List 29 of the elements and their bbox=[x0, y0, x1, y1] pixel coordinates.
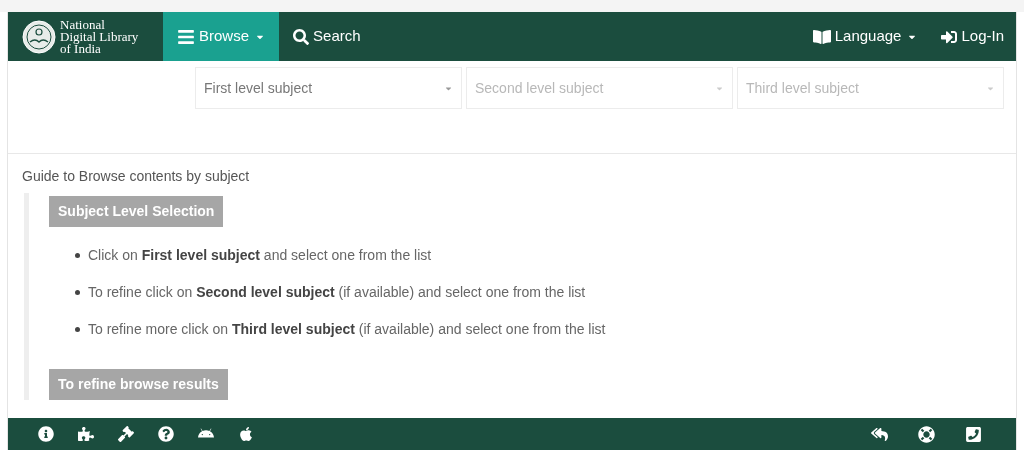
gavel-icon[interactable] bbox=[118, 426, 134, 442]
book-icon bbox=[812, 27, 831, 46]
lifebuoy-icon[interactable] bbox=[918, 425, 935, 443]
instruction-text: Click on First level subject and select one from the list bbox=[88, 246, 432, 265]
bullet-icon bbox=[75, 290, 80, 295]
apple-icon[interactable] bbox=[238, 426, 254, 442]
nav-tab[interactable]: Search bbox=[279, 12, 375, 61]
library-logo-icon bbox=[22, 19, 56, 54]
reply-all-icon[interactable] bbox=[871, 425, 888, 443]
nav-tab[interactable]: Browse bbox=[163, 12, 280, 61]
help-icon[interactable] bbox=[158, 426, 174, 442]
logo-text: Digital Library bbox=[60, 30, 139, 43]
nav-link[interactable]: Language bbox=[800, 12, 930, 61]
puzzle-icon[interactable] bbox=[78, 426, 94, 442]
subject-select[interactable]: First level subject bbox=[195, 67, 462, 109]
instruction-text: To refine more click on Third level subject (if available) and select one from the list bbox=[88, 320, 606, 339]
bullet-icon bbox=[75, 327, 80, 332]
guide-title: Guide to Browse contents by subject bbox=[22, 167, 251, 186]
menu-icon bbox=[177, 27, 195, 46]
phone-icon[interactable] bbox=[965, 425, 982, 443]
login-icon bbox=[941, 28, 958, 45]
search-icon bbox=[293, 28, 310, 45]
logo-text: National bbox=[60, 18, 106, 31]
info-icon[interactable] bbox=[38, 426, 54, 442]
instruction-text: To refine click on Second level subject (if available) and select one from the list bbox=[88, 283, 586, 302]
section-heading: To refine browse results bbox=[49, 369, 228, 400]
section-heading: Subject Level Selection bbox=[49, 196, 224, 227]
nav-link[interactable]: Log-In bbox=[929, 12, 1016, 61]
bullet-icon bbox=[75, 253, 80, 258]
